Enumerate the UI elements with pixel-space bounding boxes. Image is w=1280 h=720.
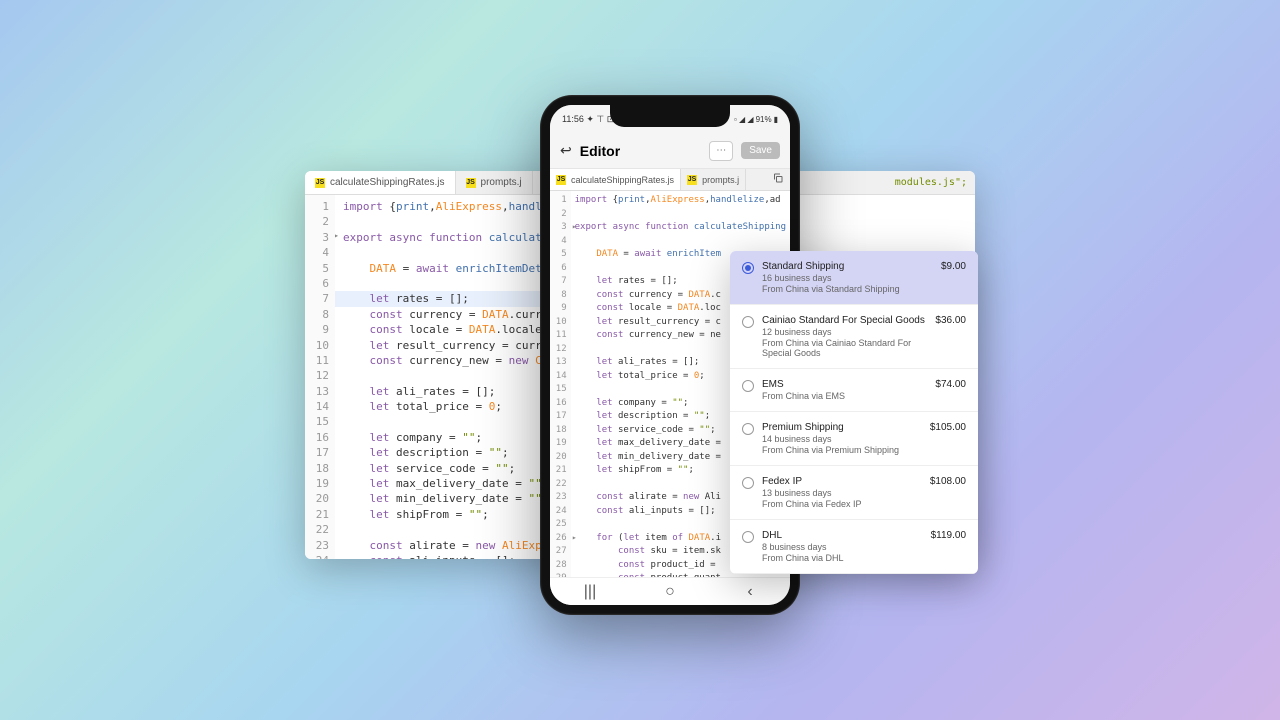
shipping-days: 8 business days — [762, 542, 923, 552]
js-file-icon: JS — [466, 178, 476, 188]
save-button[interactable]: Save — [741, 142, 780, 159]
desktop-tab-inactive[interactable]: JS prompts.j — [456, 171, 533, 194]
back-icon[interactable]: ↩ — [560, 142, 572, 159]
line-gutter: 1234567891011121314151617181920212223242… — [550, 191, 571, 605]
phone-notch — [610, 105, 730, 127]
shipping-option[interactable]: Premium Shipping 14 business days From C… — [730, 412, 978, 466]
status-right: ▫ ◢ ◢ 91% ▮ — [734, 115, 778, 124]
phone-tab-inactive[interactable]: JS prompts.j — [681, 169, 746, 190]
js-file-icon: JS — [687, 175, 697, 185]
shipping-name: DHL — [762, 530, 923, 541]
shipping-option[interactable]: Standard Shipping 16 business days From … — [730, 251, 978, 305]
copy-icon[interactable] — [766, 169, 790, 190]
tab-label: prompts.j — [702, 175, 739, 185]
shipping-price: $108.00 — [930, 476, 966, 487]
shipping-name: Standard Shipping — [762, 261, 933, 272]
tab-label: calculateShippingRates.js — [571, 175, 674, 185]
battery-text: 91% — [756, 115, 772, 124]
radio-icon — [742, 477, 754, 489]
shipping-from: From China via EMS — [762, 391, 927, 401]
phone-tab-bar: JS calculateShippingRates.js JS prompts.… — [550, 169, 790, 191]
shipping-price: $74.00 — [935, 379, 966, 390]
radio-icon — [742, 316, 754, 328]
editor-header: ↩ Editor ⋯ Save — [550, 133, 790, 169]
shipping-price: $105.00 — [930, 422, 966, 433]
more-button[interactable]: ⋯ — [709, 141, 733, 161]
home-button[interactable]: ○ — [661, 583, 679, 601]
shipping-days: 13 business days — [762, 488, 922, 498]
radio-icon — [742, 531, 754, 543]
shipping-option[interactable]: EMS From China via EMS $74.00 — [730, 369, 978, 412]
battery-icon: ▮ — [774, 115, 778, 124]
radio-icon — [742, 380, 754, 392]
shipping-name: EMS — [762, 379, 927, 390]
tab-label: calculateShippingRates.js — [330, 177, 445, 188]
shipping-name: Premium Shipping — [762, 422, 922, 433]
shipping-from: From China via Standard Shipping — [762, 284, 933, 294]
line-gutter: 1234567891011121314151617181920212223242… — [305, 195, 335, 559]
js-file-icon: JS — [556, 175, 566, 185]
tab-label: prompts.j — [481, 177, 522, 188]
shipping-from: From China via Premium Shipping — [762, 445, 922, 455]
shipping-name: Fedex IP — [762, 476, 922, 487]
back-button[interactable]: ‹ — [741, 583, 759, 601]
editor-title: Editor — [580, 143, 701, 159]
js-file-icon: JS — [315, 178, 325, 188]
shipping-option[interactable]: Cainiao Standard For Special Goods 12 bu… — [730, 305, 978, 369]
shipping-from: From China via Cainiao Standard For Spec… — [762, 338, 927, 358]
recents-button[interactable]: ||| — [581, 583, 599, 601]
shipping-name: Cainiao Standard For Special Goods — [762, 315, 927, 326]
shipping-price: $9.00 — [941, 261, 966, 272]
radio-icon — [742, 423, 754, 435]
shipping-days: 14 business days — [762, 434, 922, 444]
shipping-from: From China via DHL — [762, 553, 923, 563]
code-fragment: modules.js"; — [895, 177, 975, 188]
shipping-price: $36.00 — [935, 315, 966, 326]
shipping-option[interactable]: DHL 8 business days From China via DHL $… — [730, 520, 978, 574]
shipping-option[interactable]: Fedex IP 13 business days From China via… — [730, 466, 978, 520]
shipping-from: From China via Fedex IP — [762, 499, 922, 509]
phone-tab-active[interactable]: JS calculateShippingRates.js — [550, 169, 681, 190]
shipping-days: 16 business days — [762, 273, 933, 283]
shipping-days: 12 business days — [762, 327, 927, 337]
shipping-price: $119.00 — [931, 530, 966, 541]
shipping-rates-popup: Standard Shipping 16 business days From … — [730, 251, 978, 574]
android-nav-bar: ||| ○ ‹ — [550, 577, 790, 605]
radio-icon — [742, 262, 754, 274]
signal-icon: ▫ ◢ ◢ — [734, 115, 754, 124]
desktop-tab-active[interactable]: JS calculateShippingRates.js — [305, 171, 456, 194]
